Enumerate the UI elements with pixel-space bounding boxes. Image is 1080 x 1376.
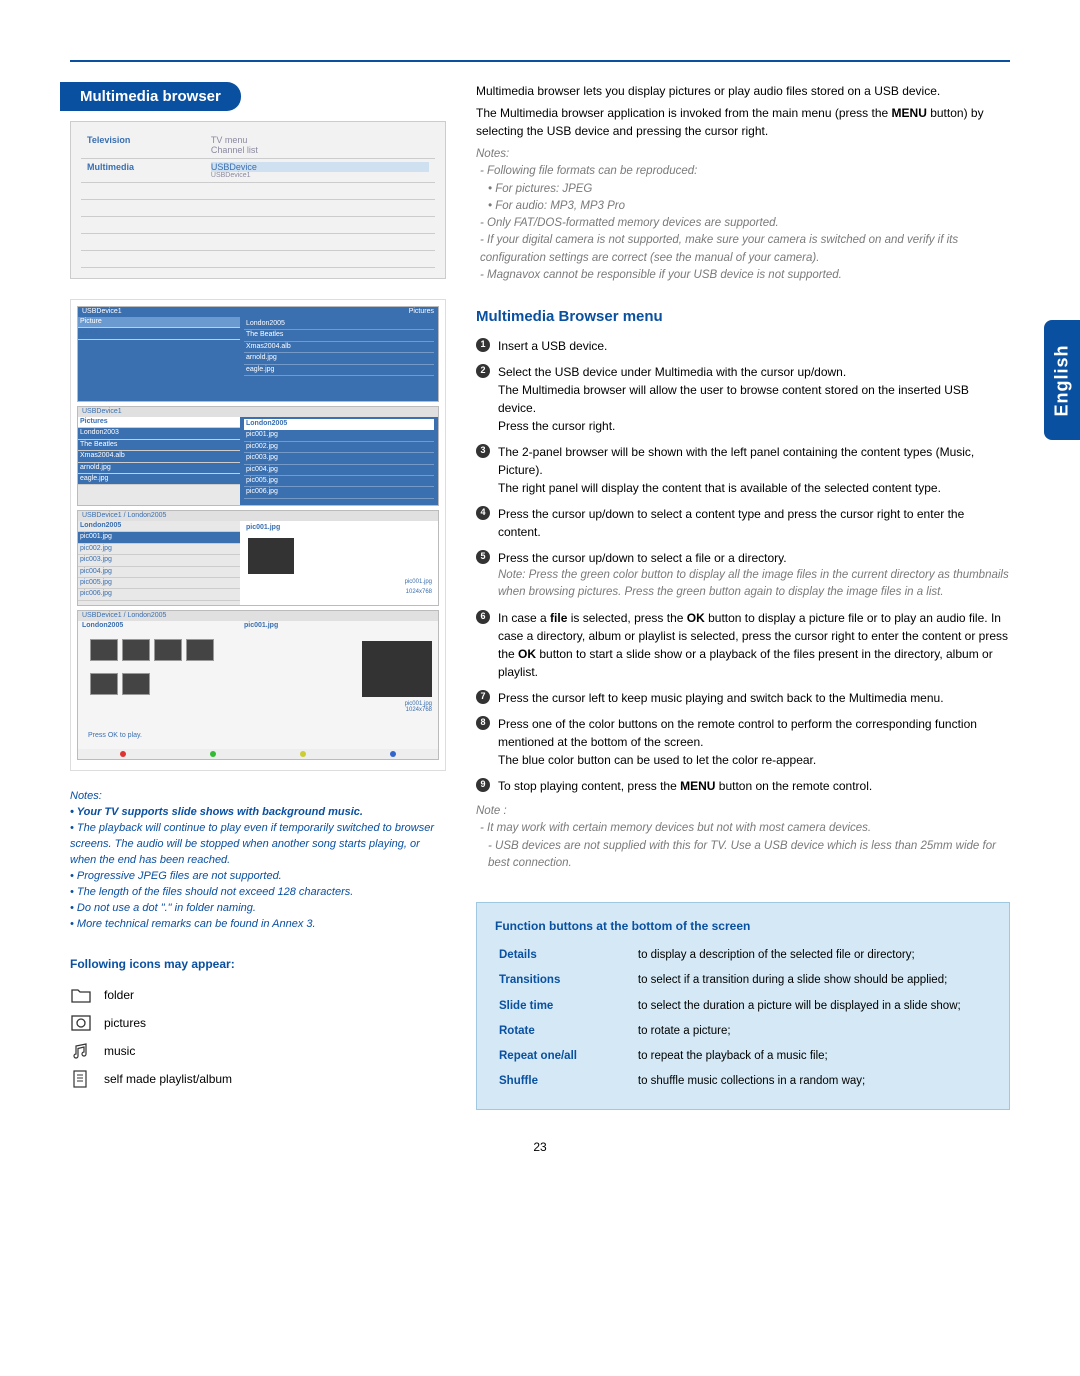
divider xyxy=(70,60,1010,62)
function-buttons-box: Function buttons at the bottom of the sc… xyxy=(476,902,1010,1110)
left-notes: Notes: • Your TV supports slide shows wi… xyxy=(70,789,446,932)
steps-list: 1Insert a USB device.2Select the USB dev… xyxy=(476,337,1010,796)
icon-row: pictures xyxy=(70,1013,446,1033)
playlist-icon xyxy=(70,1069,92,1089)
section-heading: Multimedia Browser menu xyxy=(476,306,1010,329)
intro-paragraph: The Multimedia browser application is in… xyxy=(476,104,1010,140)
page-number: 23 xyxy=(70,1140,1010,1154)
section-title-tab: Multimedia browser xyxy=(60,82,241,111)
note-block: Note : - It may work with certain memory… xyxy=(476,803,1010,872)
intro-paragraph: Multimedia browser lets you display pict… xyxy=(476,82,1010,100)
music-icon xyxy=(70,1041,92,1061)
browser-stack-screenshots: USBDevice1Pictures Picture Music London2… xyxy=(70,299,446,771)
icon-row: folder xyxy=(70,985,446,1005)
pictures-icon xyxy=(70,1013,92,1033)
icon-row: self made playlist/album xyxy=(70,1069,446,1089)
folder-icon xyxy=(70,985,92,1005)
icon-row: music xyxy=(70,1041,446,1061)
menu-panel-screenshot: Television TV menu Channel list Multimed… xyxy=(70,121,446,279)
icons-heading: Following icons may appear: xyxy=(70,957,446,971)
notes-block: Notes: Following file formats can be rep… xyxy=(476,146,1010,284)
